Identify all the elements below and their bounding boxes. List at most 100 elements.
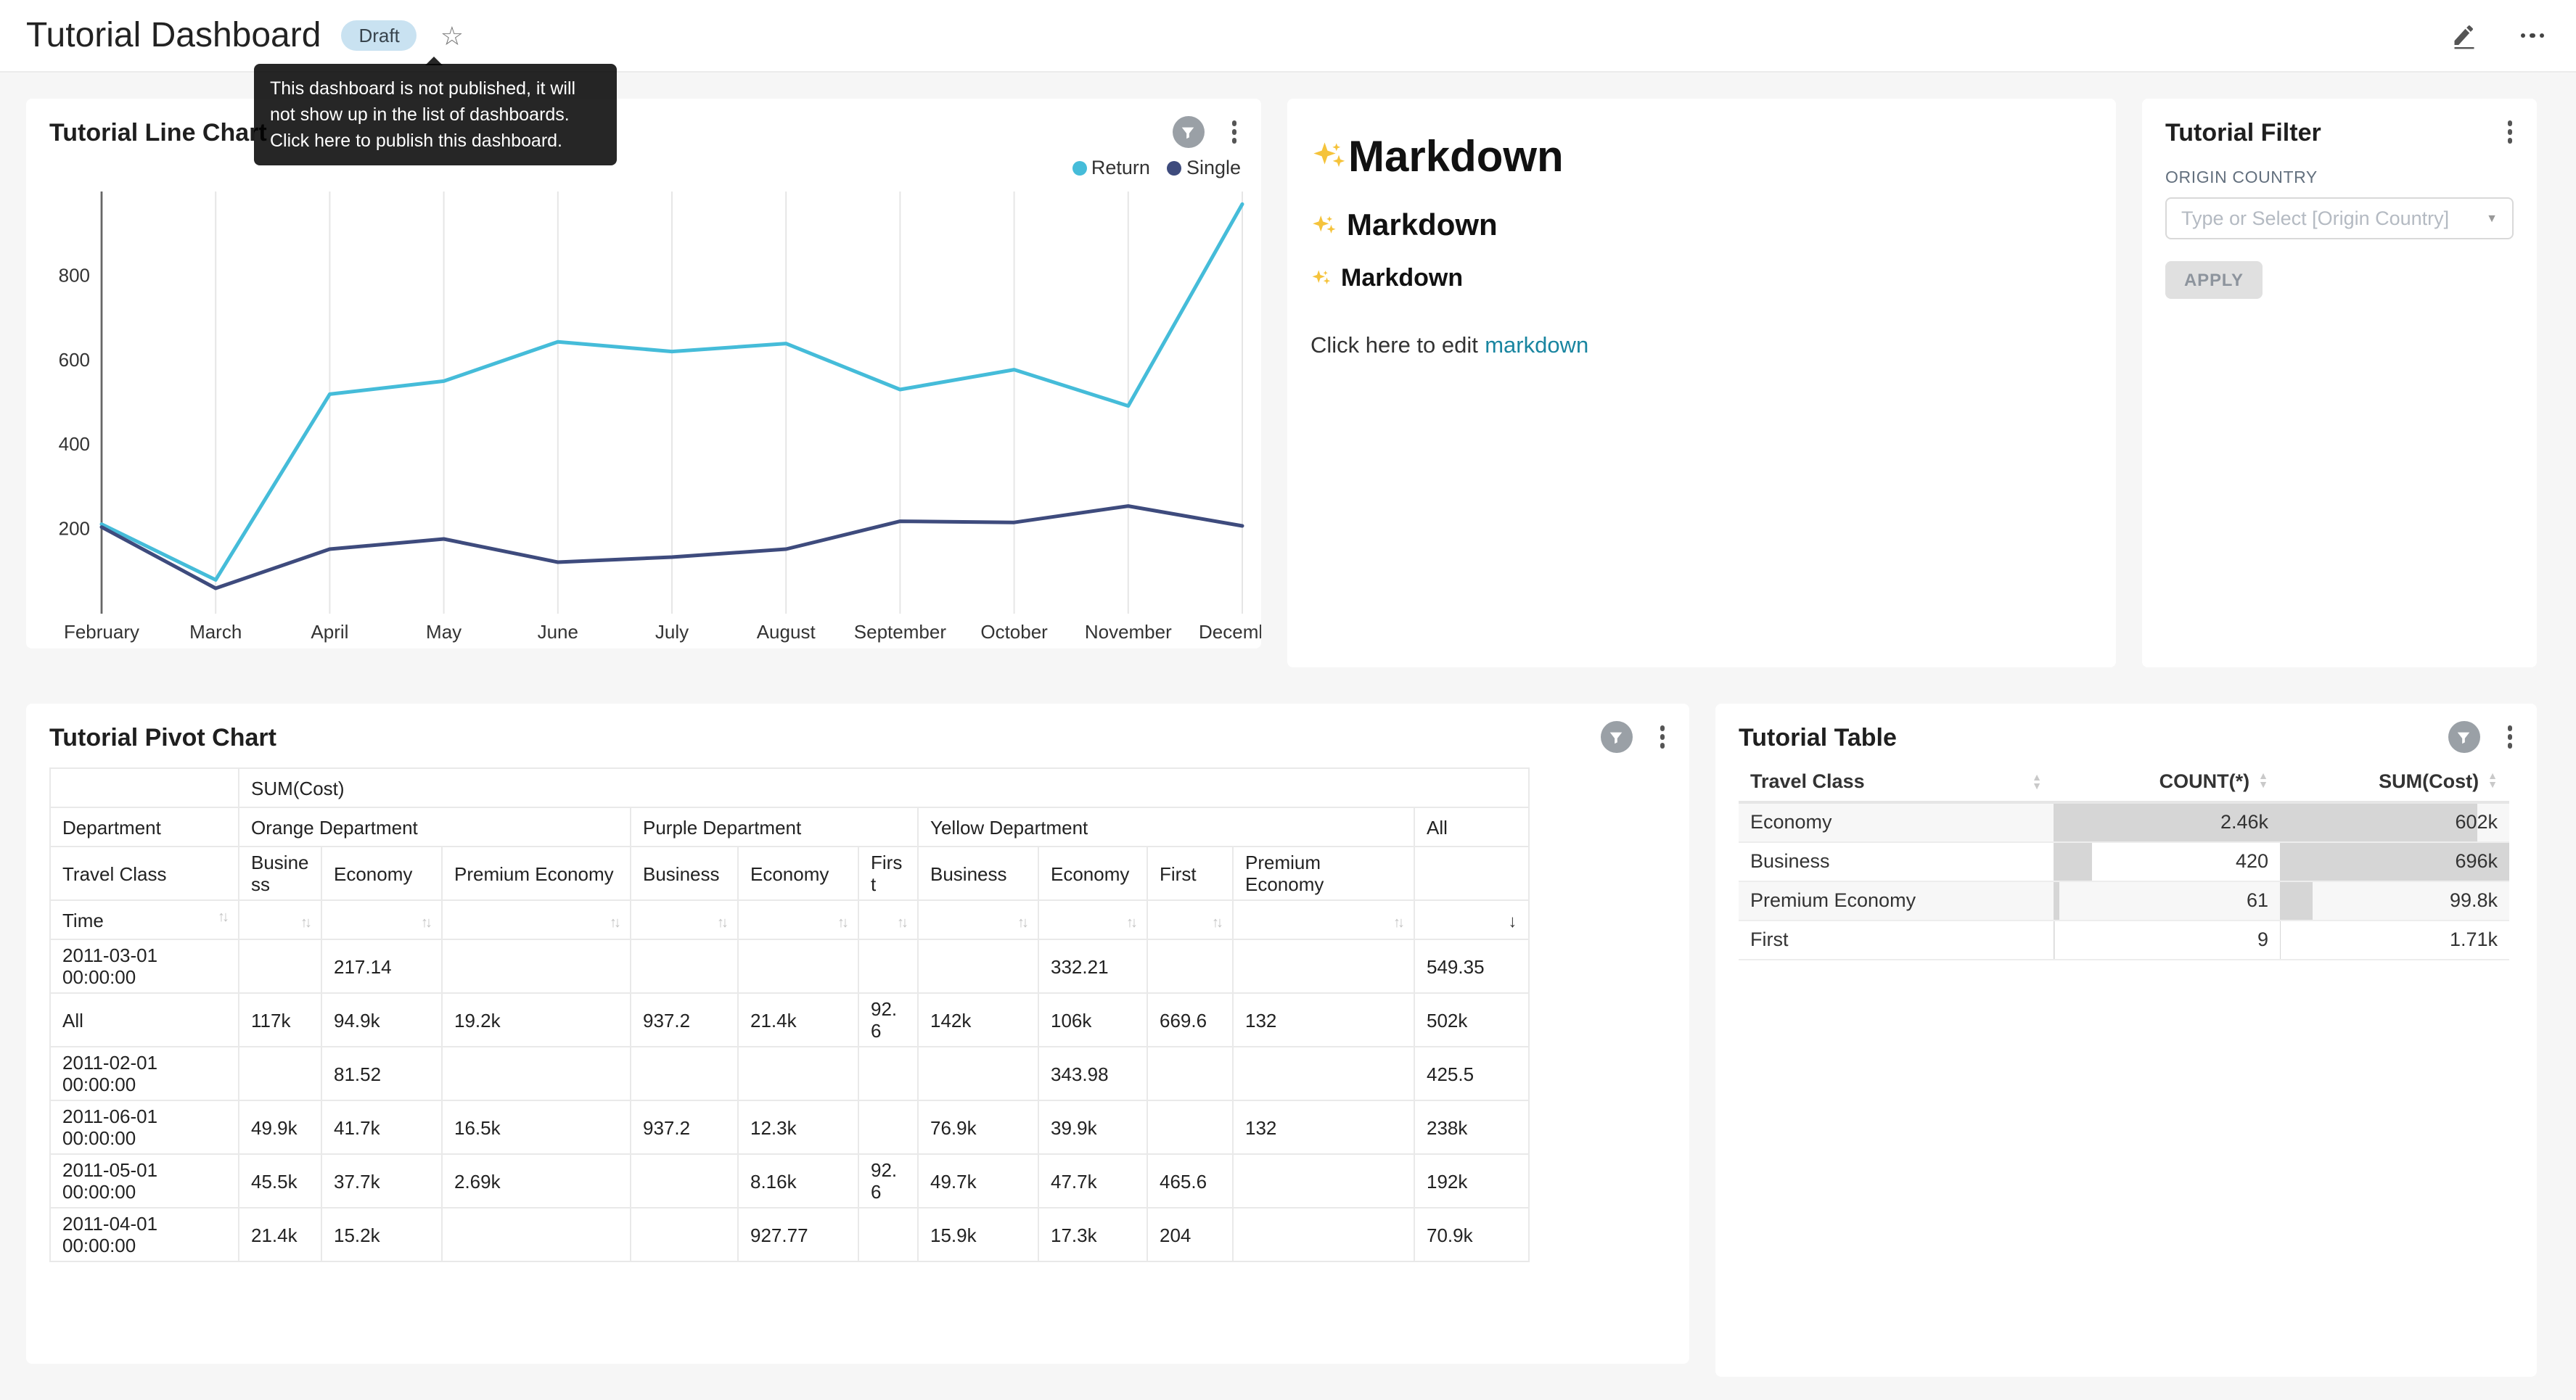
- pivot-group-header: Orange Department: [239, 807, 631, 847]
- pivot-row: 2011-06-01 00:00:0049.9k41.7k16.5k937.21…: [50, 1100, 1529, 1154]
- pivot-cell: 94.9k: [321, 993, 442, 1047]
- filter-card-title: Tutorial Filter: [2165, 119, 2321, 148]
- legend-item-single[interactable]: Single: [1168, 157, 1241, 178]
- more-horizontal-icon[interactable]: [2514, 28, 2550, 44]
- sort-carets-icon[interactable]: ▲▼: [2258, 773, 2268, 791]
- pivot-sort-cell: ↑↓: [239, 900, 321, 939]
- svg-text:May: May: [426, 621, 462, 643]
- filter-indicator-icon[interactable]: [1172, 116, 1204, 148]
- sum-cell: 602k: [2280, 802, 2509, 841]
- pivot-cell: 132: [1233, 1100, 1414, 1154]
- filter-indicator-icon[interactable]: [2448, 721, 2479, 753]
- more-vertical-icon[interactable]: [2503, 116, 2516, 147]
- pivot-column-header: [1414, 847, 1529, 900]
- pivot-cell: 41.7k: [321, 1100, 442, 1154]
- table-column-header[interactable]: SUM(Cost)▲▼: [2280, 762, 2509, 802]
- markdown-footer: Click here to editmarkdown: [1310, 334, 2093, 360]
- more-vertical-icon[interactable]: [2503, 722, 2516, 753]
- pivot-cell: [442, 939, 631, 993]
- pivot-cell: 332.21: [1038, 939, 1147, 993]
- svg-text:November: November: [1085, 621, 1172, 643]
- unpublished-tooltip[interactable]: This dashboard is not published, it will…: [254, 64, 617, 166]
- pivot-row-header: 2011-06-01 00:00:00: [50, 1100, 239, 1154]
- pivot-cell: 45.5k: [239, 1154, 321, 1208]
- pivot-chart-title: Tutorial Pivot Chart: [49, 724, 276, 753]
- pivot-cell: [918, 1047, 1038, 1100]
- pivot-rowdim-header: Department: [50, 807, 239, 847]
- pivot-cell: 117k: [239, 993, 321, 1047]
- pivot-sort-cell: ↑↓: [738, 900, 858, 939]
- markdown-edit-link[interactable]: markdown: [1485, 334, 1588, 358]
- table-row[interactable]: Economy2.46k602k: [1739, 802, 2509, 841]
- pivot-cell: 92.6: [858, 993, 918, 1047]
- sort-icon[interactable]: ↑↓: [897, 915, 906, 931]
- svg-text:800: 800: [59, 264, 90, 286]
- pivot-cell: 465.6: [1147, 1154, 1233, 1208]
- pivot-cell: 15.2k: [321, 1208, 442, 1261]
- pivot-cell: 16.5k: [442, 1100, 631, 1154]
- pivot-column-header: Economy: [738, 847, 858, 900]
- table-row[interactable]: Business420696k: [1739, 841, 2509, 881]
- sort-icon[interactable]: ↑↓: [218, 909, 226, 925]
- pivot-sort-cell: ↑↓: [918, 900, 1038, 939]
- pivot-cell: [1147, 1047, 1233, 1100]
- pivot-row: 2011-02-01 00:00:0081.52343.98425.5: [50, 1047, 1529, 1100]
- pivot-cell: 669.6: [1147, 993, 1233, 1047]
- pivot-cell: [858, 939, 918, 993]
- count-cell: 2.46k: [2054, 802, 2280, 841]
- pivot-cell: [858, 1208, 918, 1261]
- table-column-header[interactable]: COUNT(*)▲▼: [2054, 762, 2280, 802]
- pivot-cell: 70.9k: [1414, 1208, 1529, 1261]
- table-row[interactable]: First91.71k: [1739, 920, 2509, 959]
- table-card-title: Tutorial Table: [1739, 724, 1897, 753]
- sort-icon[interactable]: ↑↓: [421, 915, 430, 931]
- sort-icon[interactable]: ↑↓: [300, 915, 309, 931]
- pivot-sort-cell: ↑↓: [858, 900, 918, 939]
- sort-carets-icon[interactable]: ▲▼: [2487, 773, 2498, 791]
- sort-icon[interactable]: ↑↓: [1212, 915, 1221, 931]
- sort-icon[interactable]: ↑↓: [837, 915, 846, 931]
- pivot-cell: 343.98: [1038, 1047, 1147, 1100]
- table-card-actions: [2448, 721, 2516, 753]
- sort-icon[interactable]: ↑↓: [1126, 915, 1135, 931]
- filter-indicator-icon[interactable]: [1600, 721, 1632, 753]
- sort-icon[interactable]: ↑↓: [717, 915, 726, 931]
- table-row[interactable]: Premium Economy6199.8k: [1739, 881, 2509, 920]
- pivot-column-header: Premium Economy: [1233, 847, 1414, 900]
- apply-button[interactable]: APPLY: [2165, 261, 2263, 299]
- origin-country-select[interactable]: Type or Select [Origin Country] ▼: [2165, 197, 2514, 239]
- legend-item-return[interactable]: Return: [1072, 157, 1150, 178]
- svg-text:June: June: [538, 621, 578, 643]
- legend-label: Single: [1186, 157, 1241, 178]
- return-series-dot: [1072, 160, 1087, 175]
- pivot-cell: 17.3k: [1038, 1208, 1147, 1261]
- table-column-header[interactable]: Travel Class▲▼: [1739, 762, 2054, 802]
- sort-icon[interactable]: ↑↓: [1393, 915, 1402, 931]
- table-card: Tutorial Table Travel Class▲▼COUNT(*)▲▼S…: [1715, 704, 2537, 1377]
- pivot-column-header: First: [1147, 847, 1233, 900]
- sort-icon[interactable]: ↑↓: [610, 915, 618, 931]
- svg-text:February: February: [64, 621, 139, 643]
- star-icon[interactable]: ☆: [440, 22, 464, 49]
- travel-class-cell: Economy: [1739, 802, 2054, 841]
- pivot-row-header: 2011-03-01 00:00:00: [50, 939, 239, 993]
- pivot-column-header: Business: [631, 847, 738, 900]
- dashboard-root: Tutorial Dashboard Draft ☆ This dashboar…: [0, 0, 2576, 1400]
- draft-badge[interactable]: Draft: [341, 20, 417, 51]
- svg-text:April: April: [311, 621, 348, 643]
- pivot-time-header: Time↑↓: [50, 900, 239, 939]
- pivot-cell: [858, 1100, 918, 1154]
- pivot-column-header: Business: [239, 847, 321, 900]
- sort-carets-icon[interactable]: ▲▼: [2032, 774, 2042, 792]
- sort-icon[interactable]: ↑↓: [1017, 915, 1026, 931]
- sort-desc-icon[interactable]: ↓: [1508, 910, 1517, 931]
- pivot-cell: [442, 1047, 631, 1100]
- count-cell: 9: [2054, 920, 2280, 959]
- edit-pencil-icon[interactable]: [2450, 22, 2477, 49]
- pivot-cell: 92.6: [858, 1154, 918, 1208]
- more-vertical-icon[interactable]: [1655, 722, 1669, 753]
- more-vertical-icon[interactable]: [1227, 117, 1241, 148]
- pivot-sort-cell: ↑↓: [442, 900, 631, 939]
- pivot-column-header: First: [858, 847, 918, 900]
- pivot-row-header: 2011-02-01 00:00:00: [50, 1047, 239, 1100]
